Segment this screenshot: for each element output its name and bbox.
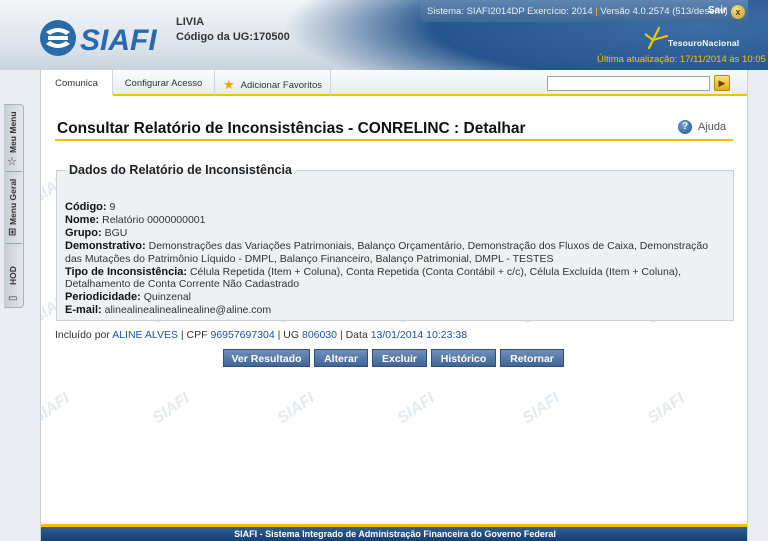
audit-date: 13/01/2014 10:23:38 — [370, 329, 468, 341]
audit-ug-label: | UG — [277, 329, 300, 341]
ver-resultado-button[interactable]: Ver Resultado — [223, 349, 310, 367]
menu-configurar-acesso[interactable]: Configurar Acesso — [113, 70, 215, 96]
field-demonstrativo: Demonstrativo: Demonstrações das Variaçõ… — [65, 240, 725, 265]
ug-code: 170500 — [253, 31, 290, 43]
field-email: E-mail: alinealinealinealinealine@aline.… — [65, 304, 725, 317]
field-label: Código: — [65, 201, 107, 213]
field-label: Tipo de Inconsistência: — [65, 265, 188, 278]
page-title: Consultar Relatório de Inconsistências -… — [57, 120, 526, 137]
action-buttons: Ver Resultado Alterar Excluir Histórico … — [41, 349, 747, 367]
tesouro-label: TesouroNacional — [668, 38, 740, 48]
report-data-section: Dados do Relatório de Inconsistência Cód… — [56, 163, 734, 321]
audit-ug-link[interactable]: 806030 — [302, 329, 337, 341]
field-codigo: Código: 9 — [65, 201, 725, 214]
arrow-right-icon: ▶ — [718, 78, 726, 88]
field-value: Quinzenal — [143, 291, 191, 303]
field-list: Código: 9 Nome: Relatório 0000000001 Gru… — [65, 201, 725, 317]
monitor-icon: ▭ — [8, 293, 18, 304]
side-tab-hod[interactable]: HOD ▭ — [4, 245, 24, 307]
menu-bar: Comunica Configurar Acesso ★ Adicionar Fa… — [41, 70, 747, 96]
field-grupo: Grupo: BGU — [65, 227, 725, 240]
favorite-star-icon: ★ — [223, 77, 235, 92]
ug-label: Código da UG: — [176, 31, 253, 43]
watermark-logo: SIAFI — [40, 389, 73, 428]
side-tab-label: Menu Geral — [8, 178, 18, 225]
help-icon[interactable]: ? — [678, 120, 692, 134]
audit-prefix: Incluído por — [55, 329, 110, 341]
watermark-logo: SIAFI — [149, 389, 193, 428]
menu-adicionar-favoritos[interactable]: ★ Adicionar Favoritos — [215, 70, 331, 96]
footer: SIAFI - Sistema Integrado de Administraç… — [41, 524, 747, 541]
side-tab-menu-geral[interactable]: Menu Geral ⊞ — [4, 173, 24, 241]
audit-date-label: | Data — [339, 329, 368, 341]
watermark-logo: SIAFI — [644, 389, 688, 428]
watermark-logo: SIAFI — [519, 389, 563, 428]
sitemap-icon: ⊞ — [8, 227, 17, 238]
field-value: Relatório 0000000001 — [102, 214, 206, 226]
alterar-button[interactable]: Alterar — [314, 349, 368, 367]
excluir-button[interactable]: Excluir — [372, 349, 427, 367]
audit-info: Incluído por ALINE ALVES | CPF 969576973… — [55, 329, 467, 341]
exit-button[interactable]: Sair x — [704, 3, 748, 21]
audit-cpf-link[interactable]: 96957697304 — [210, 329, 274, 341]
field-nome: Nome: Relatório 0000000001 — [65, 214, 725, 227]
field-label: E-mail: — [65, 304, 102, 316]
field-tipo-inconsistencia: Tipo de Inconsistência: Célula Repetida … — [65, 266, 725, 291]
star-icon: ☆ — [7, 156, 17, 168]
audit-cpf-label: | CPF — [180, 329, 208, 341]
ug-info: Código da UG:170500 — [176, 31, 290, 43]
search-go-button[interactable]: ▶ — [714, 75, 730, 91]
app-header: SIAFI LIVIA Código da UG:170500 Sistema:… — [0, 0, 768, 70]
audit-user-link[interactable]: ALINE ALVES — [112, 329, 178, 341]
title-divider — [55, 139, 733, 141]
menu-adicionar-favoritos-label: Adicionar Favoritos — [240, 80, 322, 91]
side-tab-label: HOD — [8, 266, 18, 285]
svg-text:SIAFI: SIAFI — [80, 24, 157, 57]
field-label: Grupo: — [65, 227, 102, 239]
watermark-logo: SIAFI — [274, 389, 318, 428]
section-title: Dados do Relatório de Inconsistência — [69, 163, 292, 177]
menu-comunica[interactable]: Comunica — [41, 70, 113, 96]
historico-button[interactable]: Histórico — [431, 349, 496, 367]
watermark-logo: SIAFI — [394, 389, 438, 428]
field-label: Periodicidade: — [65, 291, 141, 303]
user-name: LIVIA — [176, 16, 205, 28]
field-value: BGU — [104, 227, 128, 239]
field-label: Nome: — [65, 214, 100, 226]
last-update: Última atualização: 17/11/2014 às 10:05 — [597, 54, 766, 65]
field-periodicidade: Periodicidade: Quinzenal — [65, 291, 725, 304]
field-value: 9 — [109, 201, 116, 213]
system-info-bar: Sistema: SIAFI2014DP Exercício: 2014 | V… — [420, 0, 748, 22]
side-tab-label: Meu Menu — [8, 111, 18, 153]
help-link[interactable]: Ajuda — [698, 121, 726, 133]
close-icon: x — [731, 5, 745, 19]
siafi-logo: SIAFI — [40, 20, 157, 57]
search-input[interactable] — [547, 76, 710, 91]
system-info: Sistema: SIAFI2014DP Exercício: 2014 — [427, 6, 593, 17]
field-value: alinealinealinealinealine@aline.com — [104, 304, 272, 316]
exit-label: Sair — [708, 5, 727, 16]
field-label: Demonstrativo: — [65, 240, 146, 252]
field-value: Demonstrações das Variações Patrimoniais… — [65, 240, 709, 265]
side-tabs: Meu Menu ☆ Menu Geral ⊞ HOD ▭ — [4, 104, 24, 308]
side-tab-meu-menu[interactable]: Meu Menu ☆ — [4, 105, 24, 169]
main-panel: SIAFISIAFISIAFISIAFISIAFISIAFISIAFISIAFI… — [40, 70, 748, 541]
retornar-button[interactable]: Retornar — [500, 349, 564, 367]
